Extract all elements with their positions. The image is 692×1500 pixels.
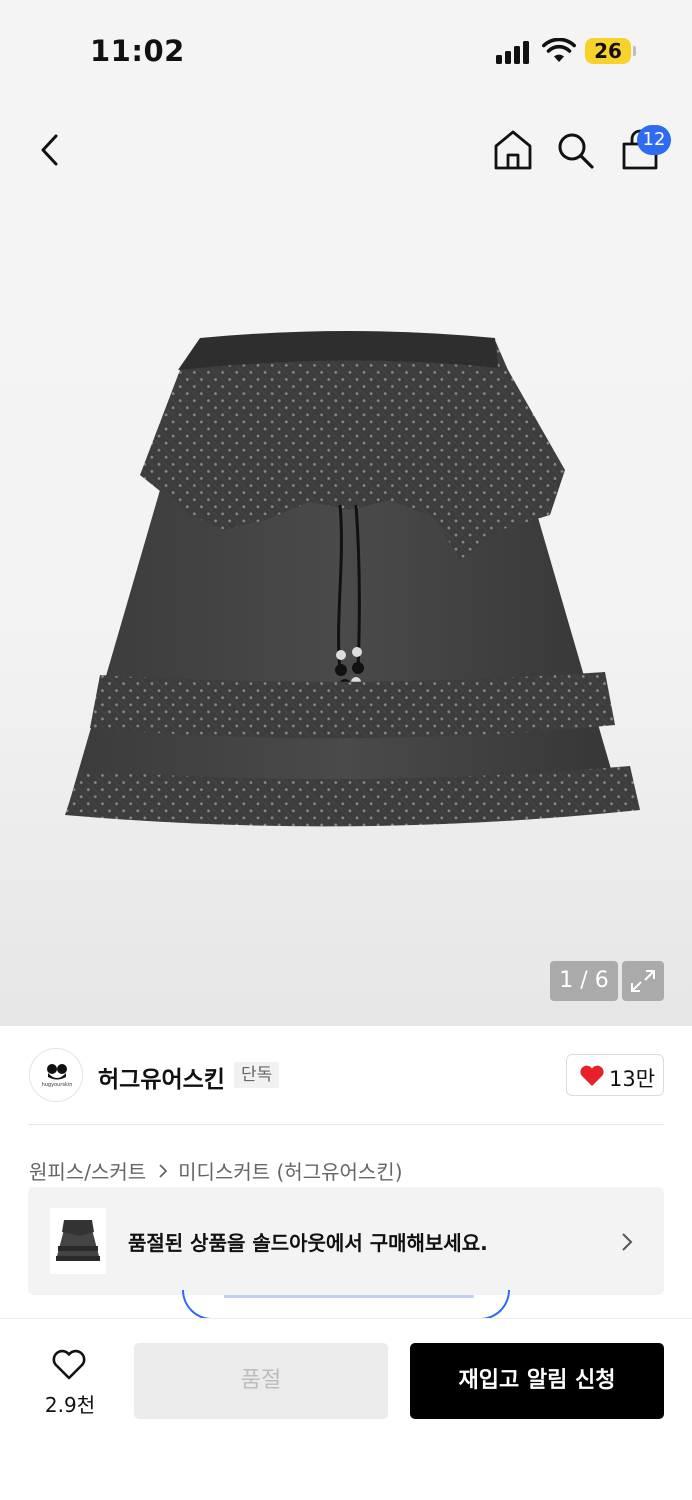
divider <box>28 1124 664 1125</box>
exclusive-badge: 단독 <box>234 1062 280 1088</box>
product-photo <box>65 331 640 827</box>
expand-icon[interactable] <box>622 961 664 1001</box>
back-arrow-icon[interactable] <box>34 130 68 170</box>
heart-outline-icon <box>52 1349 86 1380</box>
status-time: 11:02 <box>90 34 185 68</box>
cart-count-badge: 12 <box>637 125 671 155</box>
search-icon[interactable] <box>555 130 595 170</box>
wishlist-count: 2.9천 <box>44 1393 96 1417</box>
home-icon[interactable] <box>492 128 534 172</box>
breadcrumb-subcategory[interactable]: 미디스커트 (허그유어스킨) <box>178 1156 402 1185</box>
soldout-banner-text: 품절된 상품을 솔드아웃에서 구매해보세요. <box>128 1231 488 1255</box>
brand-like-button[interactable]: 13만 <box>566 1054 664 1096</box>
brand-logo[interactable]: hugyourskin <box>29 1048 83 1102</box>
breadcrumb: 원피스/스커트 미디스커트 (허그유어스킨) <box>29 1156 403 1185</box>
wishlist-button[interactable]: 2.9천 <box>28 1345 112 1421</box>
bottom-action-bar: 2.9천 품절 재입고 알림 신청 <box>0 1318 692 1500</box>
chevron-right-icon <box>622 1233 633 1251</box>
status-bar: 11:02 26 <box>0 0 692 100</box>
product-image-gallery[interactable]: 11:02 26 12 1 / 6 <box>0 0 692 1026</box>
heart-filled-icon <box>580 1065 604 1086</box>
soldout-button: 품절 <box>134 1343 388 1419</box>
brand-logo-text: hugyourskin <box>41 1082 73 1088</box>
brand-like-count: 13만 <box>609 1067 656 1091</box>
chevron-right-icon <box>159 1163 168 1178</box>
soldout-product-thumbnail <box>50 1208 106 1274</box>
brand-name[interactable]: 허그유어스킨 <box>98 1060 225 1094</box>
soldout-banner[interactable]: 품절된 상품을 솔드아웃에서 구매해보세요. <box>28 1187 664 1295</box>
battery-icon: 26 <box>585 38 631 64</box>
brand-logo-mark <box>47 1064 67 1080</box>
signal-icon <box>496 40 532 64</box>
breadcrumb-category[interactable]: 원피스/스커트 <box>29 1156 146 1185</box>
wifi-icon <box>542 38 576 62</box>
brand-row: hugyourskin 허그유어스킨 단독 13만 <box>0 1026 692 1126</box>
image-pager: 1 / 6 <box>550 961 618 1001</box>
hidden-pill-button <box>182 1290 510 1320</box>
restock-alert-button[interactable]: 재입고 알림 신청 <box>410 1343 664 1419</box>
battery-cap <box>633 46 636 56</box>
